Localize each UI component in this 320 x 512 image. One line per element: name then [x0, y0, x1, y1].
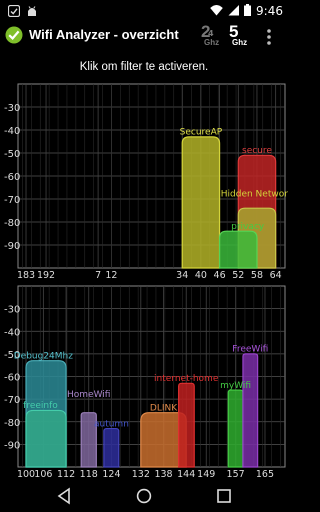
x-tick-label: 144	[177, 469, 195, 480]
network-area	[178, 382, 195, 468]
back-icon[interactable]	[54, 487, 74, 505]
network-label: Debug24Mhz	[14, 351, 74, 361]
y-tick-label: -90	[4, 241, 20, 252]
x-tick-label: 100	[17, 469, 35, 480]
y-tick-label: -40	[4, 327, 20, 338]
y-tick-label: -30	[4, 305, 20, 316]
network-label: DLINK	[150, 403, 178, 413]
x-tick-label: 192	[37, 270, 55, 281]
network-label: secure	[242, 146, 272, 156]
app-logo-icon	[5, 26, 23, 44]
network-label: myWifi	[220, 381, 251, 391]
channel-graph-high-svg: -30-40-50-60-70-80-90100 106 112 118 124 132 1…	[4, 285, 286, 480]
band-24-unit: Ghz	[204, 38, 220, 47]
x-tick-label: 34	[176, 270, 188, 281]
home-icon[interactable]	[134, 487, 154, 505]
band-5ghz-button[interactable]: 5 Ghz	[229, 22, 253, 51]
y-tick-label: -50	[4, 149, 20, 160]
x-tick-label: 165	[256, 469, 274, 480]
app-title: Wifi Analyzer - overzicht	[29, 27, 179, 42]
y-tick-label: -40	[4, 126, 20, 137]
cell-signal-icon	[228, 1, 240, 20]
band-2-4ghz-button[interactable]: 2 4 Ghz	[201, 22, 225, 51]
channel-graph-low[interactable]: -30 -40 -50 -60 -70 -80 -90 183 192 7 12 34 40 46 52 58…	[0, 82, 288, 282]
network-label: FreeWifi	[232, 345, 268, 355]
network-label: privacy	[231, 222, 265, 232]
x-tick-label: 46	[214, 270, 226, 281]
x-tick-label: 138	[154, 469, 172, 480]
clock: 9:46	[256, 3, 283, 18]
y-tick-label: -80	[4, 218, 20, 229]
network-label: autumn	[94, 419, 129, 429]
x-tick-label: 149	[197, 469, 215, 480]
x-tick-label: 124	[102, 469, 120, 480]
network-label: HomeWifi	[67, 390, 110, 400]
channel-graph-low-svg: -30 -40 -50 -60 -70 -80 -90 183 192 7 12 34 40 46 52 58…	[4, 83, 288, 281]
y-tick-label: -70	[4, 195, 20, 206]
network-area	[25, 409, 67, 468]
y-tick-label: -90	[4, 440, 20, 451]
network-area	[103, 427, 120, 468]
app-bar: Wifi Analyzer - overzicht 2 4 Ghz 5 Ghz	[0, 19, 288, 53]
channel-graph-high[interactable]: -30 -40 -50 -60 -70 -80 -90 100 106 112 118 124 132 1…	[0, 284, 288, 480]
y-tick-label: -80	[4, 418, 20, 429]
x-tick-label: 118	[80, 469, 98, 480]
network-label: internet-home	[154, 374, 219, 384]
y-tick-label: -60	[4, 172, 20, 183]
band-5-unit: Ghz	[232, 38, 248, 47]
x-tick-label: 157	[227, 469, 245, 480]
band-24-decimal: 4	[208, 29, 214, 38]
network-area	[218, 230, 258, 269]
status-bar: 9:46	[0, 0, 288, 19]
x-tick-label: 183	[17, 270, 35, 281]
network-label: Hidden Network	[221, 190, 288, 200]
y-tick-label: -70	[4, 395, 20, 406]
network-label: freeinfo	[23, 401, 58, 411]
x-tick-label: 58	[251, 270, 263, 281]
network-label: SecureAP	[180, 128, 223, 138]
x-tick-label: 52	[232, 270, 244, 281]
x-tick-label: 132	[132, 469, 150, 480]
x-tick-label: 64	[270, 270, 282, 281]
x-tick-label: 12	[105, 270, 117, 281]
network-area	[227, 389, 244, 468]
x-tick-label: 106	[34, 469, 52, 480]
y-tick-label: -60	[4, 373, 20, 384]
battery-icon	[244, 1, 252, 20]
x-tick-label: 40	[195, 270, 207, 281]
network-area	[181, 136, 221, 269]
x-tick-label: 7	[95, 270, 101, 281]
y-tick-label: -30	[4, 103, 20, 114]
x-tick-label: 112	[57, 469, 75, 480]
recents-icon[interactable]	[214, 487, 234, 505]
wifi-signal-icon	[210, 1, 223, 20]
network-area	[242, 353, 259, 468]
overflow-menu-icon[interactable]	[262, 27, 276, 47]
filter-hint[interactable]: Klik om filter te activeren.	[0, 61, 288, 73]
navigation-bar	[0, 480, 288, 512]
